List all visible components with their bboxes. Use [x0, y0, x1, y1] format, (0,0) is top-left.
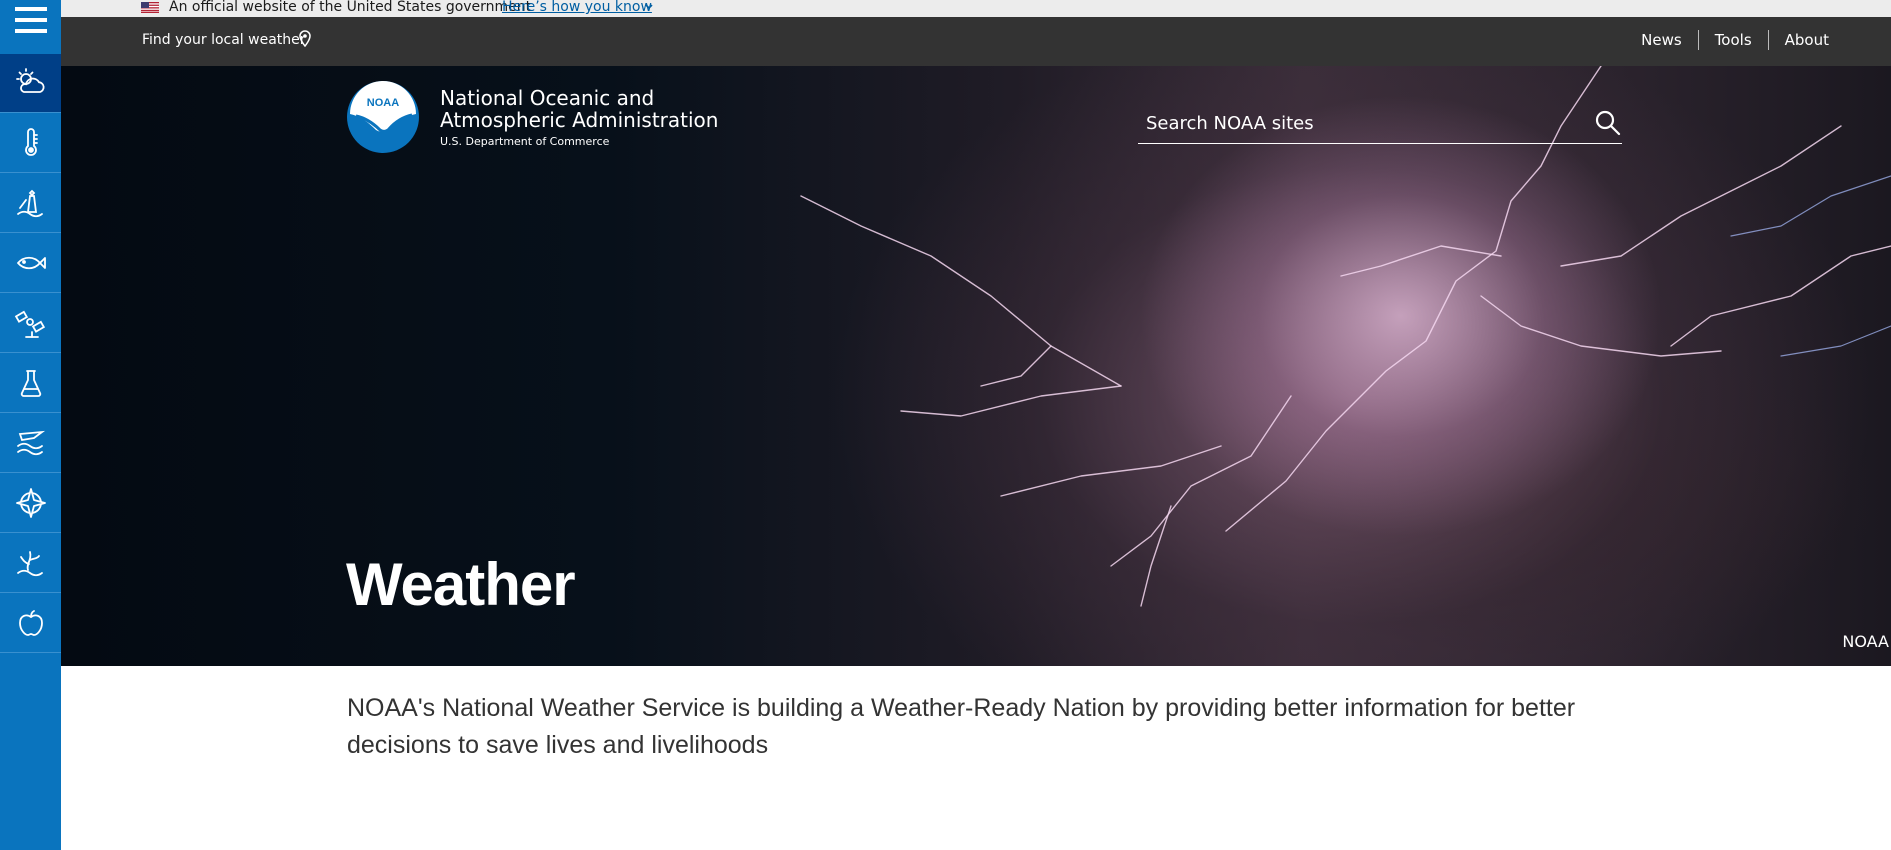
- department-name: U.S. Department of Commerce: [440, 135, 610, 148]
- search-input[interactable]: [1146, 108, 1566, 138]
- find-local-weather-link[interactable]: Find your local weather: [142, 31, 306, 49]
- gov-banner: An official website of the United States…: [61, 0, 1891, 17]
- sidebar-item-charting[interactable]: [0, 474, 61, 533]
- compass-rose-icon: [15, 488, 46, 518]
- intro-text: NOAA's National Weather Service is build…: [347, 694, 1576, 759]
- hero-banner: NOAA National Oceanic and Atmospheric Ad…: [61, 66, 1891, 666]
- nav-tools[interactable]: Tools: [1715, 30, 1752, 50]
- flask-icon: [20, 370, 41, 397]
- agency-name-line2: Atmospheric Administration: [440, 108, 719, 132]
- noaa-logo[interactable]: NOAA: [346, 80, 420, 154]
- sidebar-item-research[interactable]: [0, 354, 61, 413]
- sidebar-item-marine-aviation[interactable]: [0, 414, 61, 473]
- menu-button[interactable]: [0, 0, 61, 40]
- top-nav: Find your local weather News Tools About: [61, 17, 1891, 66]
- sidebar-item-education[interactable]: [0, 594, 61, 653]
- lighthouse-icon: [16, 189, 43, 218]
- sidebar-item-weather[interactable]: [0, 54, 61, 113]
- kelp-waves-icon: [16, 551, 43, 577]
- lightning-storm-image: [800, 66, 1891, 607]
- thermometer-icon: [24, 128, 38, 156]
- sidebar-item-fisheries[interactable]: [0, 234, 61, 293]
- nav-about[interactable]: About: [1785, 30, 1829, 50]
- logo-text: NOAA: [367, 97, 399, 109]
- search-icon[interactable]: [1593, 108, 1623, 138]
- agency-name-line1: National Oceanic and: [440, 86, 655, 110]
- page-title: Weather: [346, 551, 576, 618]
- heres-how-you-know-link[interactable]: Here’s how you know: [502, 0, 652, 15]
- nav-divider: [1767, 30, 1769, 50]
- location-pin-icon[interactable]: [299, 30, 311, 47]
- nav-divider: [1697, 30, 1699, 50]
- weather-icon: [15, 68, 45, 93]
- chevron-down-icon[interactable]: [644, 2, 654, 12]
- sidebar-item-ocean-coasts[interactable]: [0, 174, 61, 233]
- utility-nav: News Tools About: [1641, 30, 1829, 50]
- left-sidebar: [0, 0, 61, 850]
- sidebar-item-sanctuaries[interactable]: [0, 534, 61, 593]
- hamburger-menu-icon: [14, 7, 47, 33]
- sidebar-item-satellites[interactable]: [0, 294, 61, 353]
- nav-news[interactable]: News: [1641, 30, 1682, 50]
- satellite-icon: [14, 310, 45, 338]
- fish-icon: [16, 256, 46, 270]
- sidebar-item-climate[interactable]: [0, 114, 61, 173]
- site-search: [1138, 102, 1622, 144]
- gov-banner-text: An official website of the United States…: [169, 0, 532, 15]
- us-flag-icon: [141, 2, 159, 13]
- agency-name: National Oceanic and Atmospheric Adminis…: [440, 87, 718, 131]
- plane-waves-icon: [16, 430, 45, 456]
- image-credit: NOAA: [1842, 632, 1889, 651]
- apple-icon: [18, 610, 43, 636]
